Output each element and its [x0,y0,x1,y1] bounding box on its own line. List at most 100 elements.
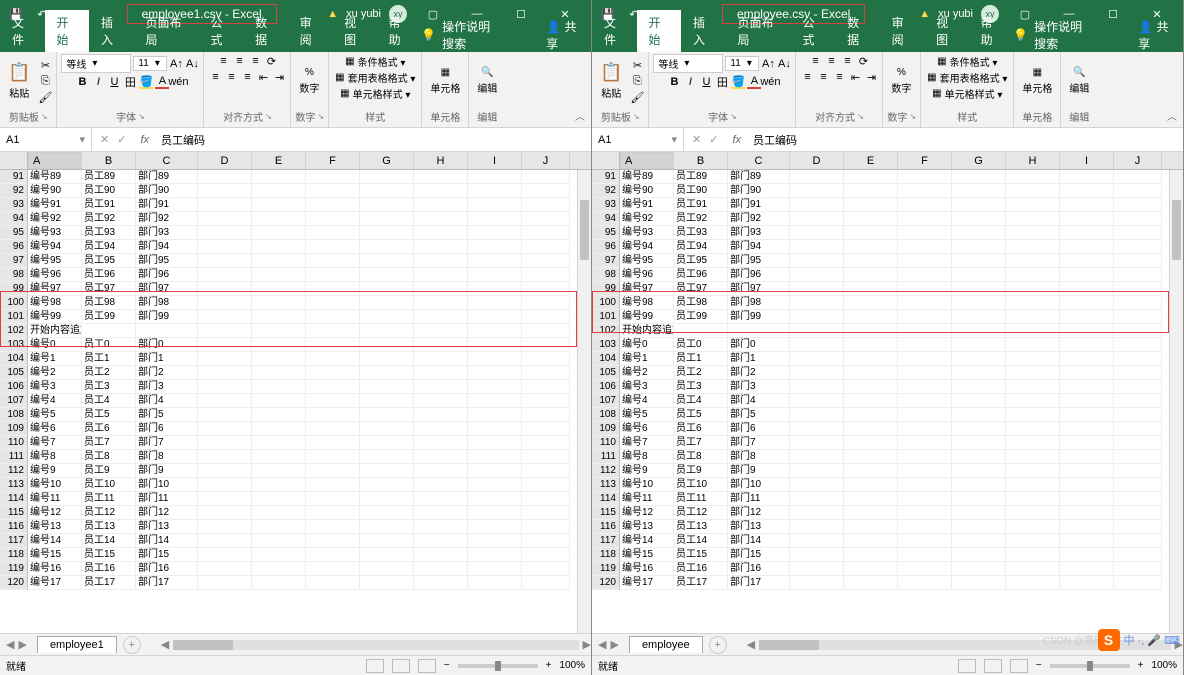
row-header[interactable]: 110 [0,436,28,450]
scroll-thumb[interactable] [580,200,589,260]
add-sheet-icon[interactable]: + [123,636,141,654]
cell[interactable]: 部门92 [136,212,198,226]
cell[interactable] [790,282,844,296]
cell[interactable] [952,282,1006,296]
align-top-icon[interactable]: ≡ [216,54,230,68]
tab-layout[interactable]: 页面布局 [726,10,791,52]
cell[interactable]: 员工99 [82,310,136,324]
cell[interactable] [1006,548,1060,562]
cell[interactable] [1060,506,1114,520]
cell[interactable] [1060,282,1114,296]
row-header[interactable]: 116 [0,520,28,534]
zoom-slider[interactable] [458,664,538,668]
cell[interactable]: 部门98 [136,296,198,310]
scroll-thumb[interactable] [1172,200,1181,260]
cell[interactable]: 员工91 [674,198,728,212]
cell[interactable] [952,296,1006,310]
col-header-I[interactable]: I [1060,152,1114,169]
col-header-E[interactable]: E [252,152,306,169]
tellme-icon[interactable]: 💡 [1013,28,1028,42]
increase-font-icon[interactable]: A↑ [761,57,775,71]
cell[interactable]: 编号11 [620,492,674,506]
cell[interactable]: 编号92 [28,212,82,226]
tab-formulas[interactable]: 公式 [791,10,836,52]
cancel-formula-icon[interactable]: ✕ [692,133,701,146]
cell[interactable] [468,492,522,506]
cell[interactable] [790,380,844,394]
cell[interactable] [198,492,252,506]
col-header-C[interactable]: C [728,152,790,169]
cell[interactable] [198,520,252,534]
cell[interactable]: 部门89 [728,170,790,184]
cell[interactable] [360,520,414,534]
cell[interactable]: 员工90 [82,184,136,198]
cell[interactable] [252,324,306,338]
dialog-launcher-icon[interactable]: ↘ [41,112,48,121]
cell[interactable] [468,422,522,436]
cell[interactable] [1114,534,1162,548]
row-header[interactable]: 118 [0,548,28,562]
cell[interactable] [790,506,844,520]
cell[interactable] [1114,492,1162,506]
cell[interactable] [1060,254,1114,268]
cell[interactable]: 开始内容追加 [620,324,674,338]
cell[interactable] [522,212,570,226]
cell[interactable] [1114,478,1162,492]
row-header[interactable]: 106 [592,380,620,394]
cell[interactable] [198,296,252,310]
cell[interactable] [1060,352,1114,366]
cell[interactable] [198,576,252,590]
row-header[interactable]: 107 [0,394,28,408]
spreadsheet-grid[interactable]: ABCDEFGHIJ91编号89员工89部门8992编号90员工90部门9093… [0,152,591,633]
row-header[interactable]: 112 [592,464,620,478]
cell[interactable] [360,408,414,422]
cell[interactable] [1114,576,1162,590]
h-scroll-thumb[interactable] [759,640,819,650]
row-header[interactable]: 96 [0,240,28,254]
cell[interactable] [790,450,844,464]
cell[interactable] [360,464,414,478]
cell[interactable] [1006,324,1060,338]
cell[interactable] [844,394,898,408]
formula-input[interactable]: 员工编码 [747,132,1183,148]
cell[interactable] [414,268,468,282]
table-format-button[interactable]: ▦套用表格格式 ▾ [333,70,417,85]
cell[interactable] [952,436,1006,450]
row-header[interactable]: 97 [592,254,620,268]
cell[interactable]: 部门17 [136,576,198,590]
cell[interactable] [414,380,468,394]
ime-indicator[interactable]: S 中 ·, 🎤 ⌨ [1098,629,1180,651]
cell[interactable]: 员工17 [82,576,136,590]
cell[interactable]: 编号90 [28,184,82,198]
cell[interactable] [1114,254,1162,268]
cell[interactable] [790,240,844,254]
cell[interactable] [414,184,468,198]
cell[interactable]: 部门9 [136,464,198,478]
cell[interactable] [306,380,360,394]
cell[interactable] [252,352,306,366]
row-header[interactable]: 96 [592,240,620,254]
cell[interactable] [844,450,898,464]
cell[interactable]: 部门99 [728,310,790,324]
cell[interactable] [414,464,468,478]
col-header-I[interactable]: I [468,152,522,169]
cell[interactable] [82,324,136,338]
cell[interactable] [844,506,898,520]
cell[interactable] [198,366,252,380]
cell[interactable] [306,534,360,548]
cell[interactable]: 编号14 [28,534,82,548]
cell[interactable]: 部门14 [728,534,790,548]
cell[interactable] [898,506,952,520]
cells-button[interactable]: ▦单元格 [426,65,464,97]
paste-button[interactable]: 📋粘贴 [4,60,34,102]
cell[interactable] [1060,212,1114,226]
cell[interactable] [468,478,522,492]
cell[interactable] [198,562,252,576]
cell[interactable] [790,352,844,366]
cell[interactable]: 编号12 [620,506,674,520]
cell[interactable]: 编号15 [620,548,674,562]
cell[interactable]: 员工10 [82,478,136,492]
cell[interactable]: 部门8 [136,450,198,464]
row-header[interactable]: 93 [0,198,28,212]
cell[interactable]: 员工17 [674,576,728,590]
